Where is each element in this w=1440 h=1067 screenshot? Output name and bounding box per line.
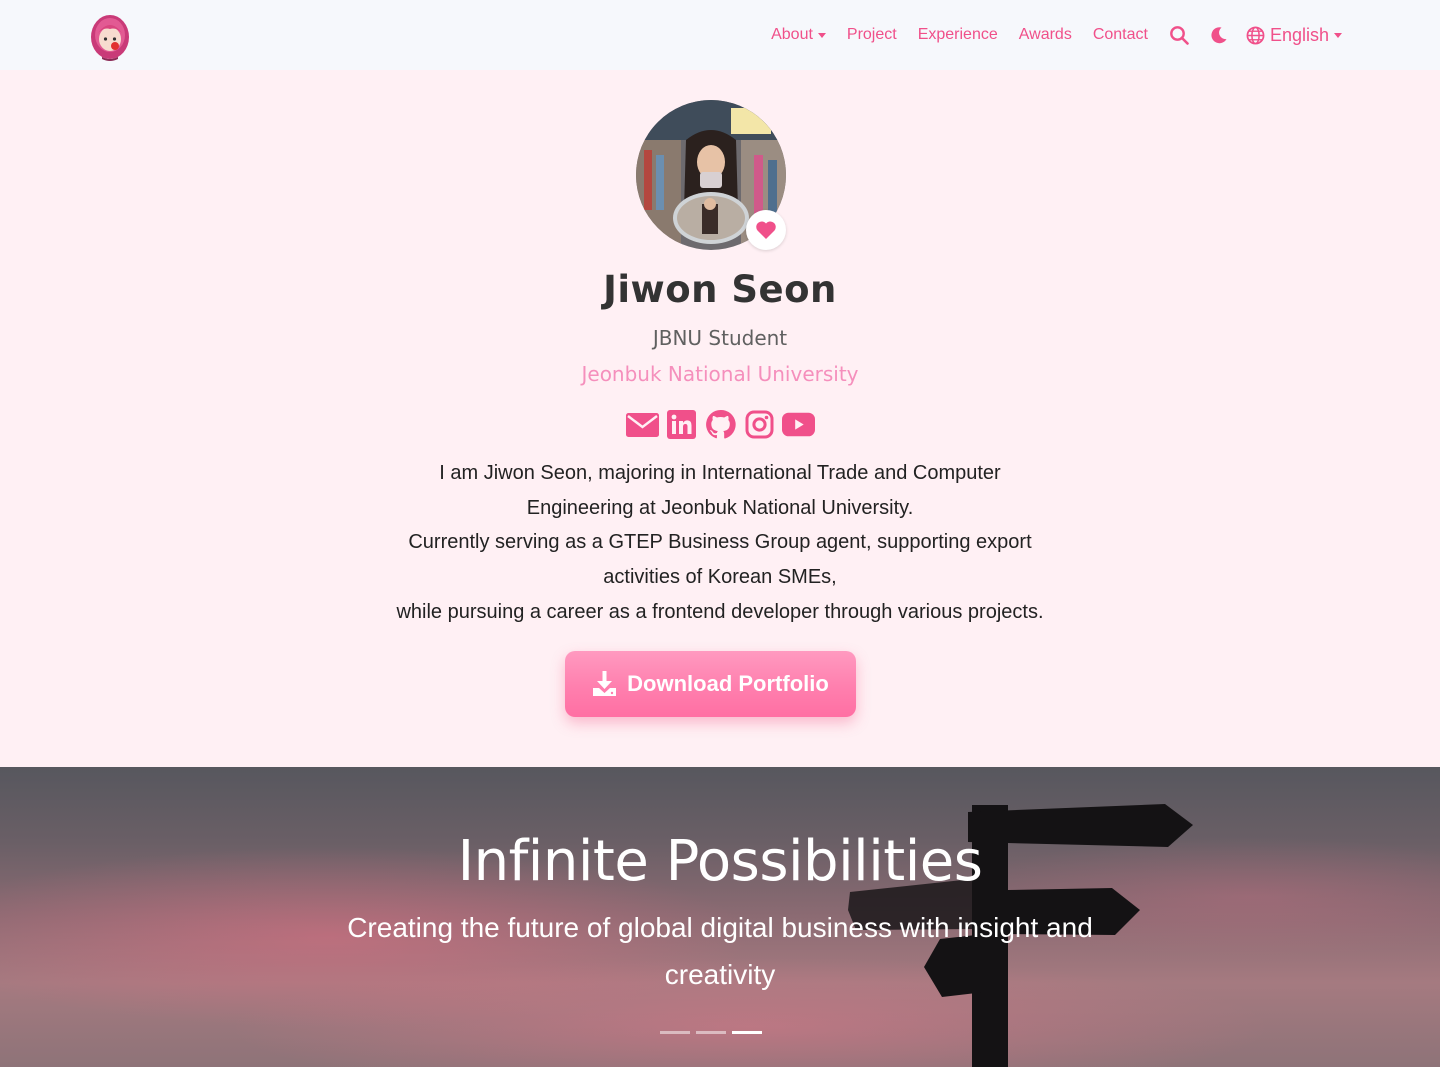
navbar: About Project Experience Awards Contact bbox=[0, 0, 1440, 70]
language-dropdown[interactable]: English bbox=[1246, 25, 1342, 46]
nav-project-link[interactable]: Project bbox=[847, 26, 897, 44]
bio-line: while pursuing a career as a frontend de… bbox=[396, 600, 1044, 623]
bio-line: activities of Korean SMEs, bbox=[603, 566, 837, 589]
brand-logo[interactable] bbox=[88, 13, 132, 61]
download-portfolio-button[interactable]: Download Portfolio bbox=[565, 651, 856, 717]
profile-section: Jiwon Seon JBNU Student Jeonbuk National… bbox=[0, 70, 1440, 767]
heart-badge bbox=[746, 210, 786, 250]
download-portfolio-label: Download Portfolio bbox=[627, 671, 829, 696]
download-icon bbox=[593, 671, 617, 696]
email-icon[interactable] bbox=[625, 408, 659, 441]
heart-icon bbox=[756, 221, 776, 239]
moon-icon[interactable] bbox=[1210, 26, 1228, 44]
bio-line: Engineering at Jeonbuk National Universi… bbox=[526, 496, 914, 519]
search-icon[interactable] bbox=[1169, 25, 1189, 45]
hero-carousel: Infinite Possibilities Creating the futu… bbox=[0, 767, 1440, 1067]
profile-name: Jiwon Seon bbox=[603, 268, 837, 311]
caret-down-icon bbox=[817, 32, 826, 38]
carousel-indicators bbox=[660, 1031, 762, 1034]
bio-line: I am Jiwon Seon, majoring in Internation… bbox=[439, 462, 1001, 484]
language-label: English bbox=[1269, 24, 1329, 45]
hero-subtitle-line: creativity bbox=[664, 959, 776, 990]
profile-university: Jeonbuk National University bbox=[581, 362, 859, 386]
hero-subtitle: Creating the future of global digital bu… bbox=[320, 904, 1120, 998]
hero-title: Infinite Possibilities bbox=[457, 829, 983, 894]
social-links bbox=[0, 408, 1440, 441]
bio-line: Currently serving as a GTEP Business Gro… bbox=[408, 531, 1032, 554]
linkedin-icon[interactable] bbox=[665, 408, 698, 441]
caret-down-icon bbox=[1334, 32, 1342, 38]
nav-links: About Project Experience Awards Contact bbox=[771, 0, 1342, 70]
nav-about-dropdown[interactable]: About bbox=[771, 26, 826, 44]
youtube-icon[interactable] bbox=[781, 408, 815, 441]
nav-contact-link[interactable]: Contact bbox=[1093, 26, 1148, 44]
profile-role: JBNU Student bbox=[652, 326, 788, 350]
profile-bio: I am Jiwon Seon, majoring in Internation… bbox=[360, 456, 1080, 630]
nav-about-label: About bbox=[771, 26, 813, 43]
carousel-indicator-1[interactable] bbox=[660, 1031, 690, 1034]
carousel-indicator-3[interactable] bbox=[732, 1031, 762, 1034]
carousel-indicator-2[interactable] bbox=[696, 1031, 726, 1034]
nav-awards-link[interactable]: Awards bbox=[1019, 26, 1072, 44]
github-icon[interactable] bbox=[704, 408, 737, 441]
globe-icon bbox=[1246, 26, 1265, 44]
instagram-icon[interactable] bbox=[743, 408, 776, 441]
nav-experience-link[interactable]: Experience bbox=[918, 26, 998, 44]
hero-subtitle-line: Creating the future of global digital bu… bbox=[347, 912, 1093, 943]
avatar-wrapper bbox=[636, 100, 786, 250]
